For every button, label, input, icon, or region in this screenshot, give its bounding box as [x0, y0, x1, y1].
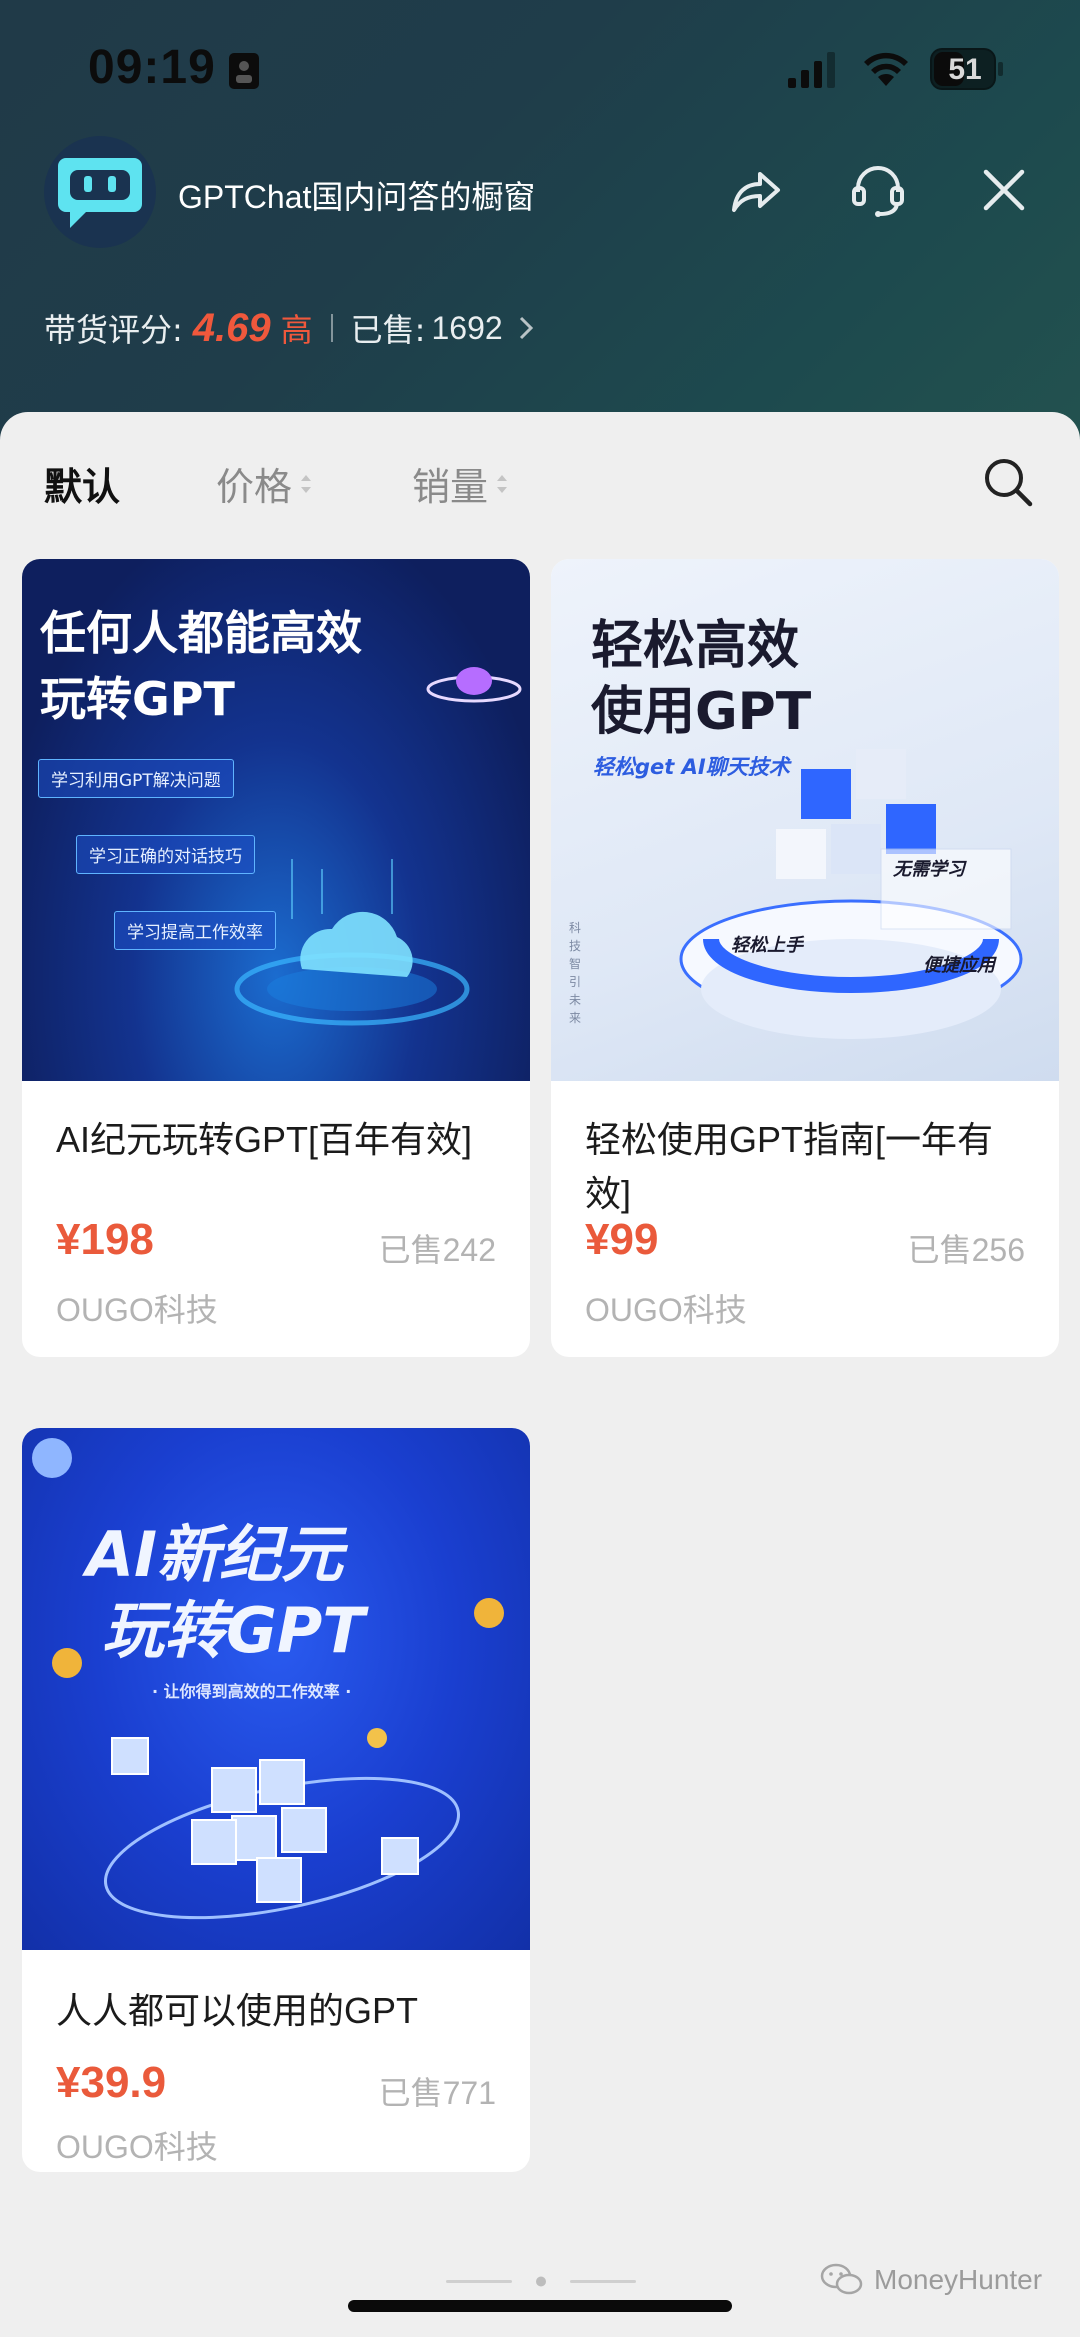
tab-default[interactable]: 默认	[44, 456, 120, 511]
status-time: 09:19	[88, 41, 216, 94]
id-card-icon	[229, 53, 259, 89]
image-vertical-text: 科技智引未来	[569, 921, 582, 1025]
ufo-illustration	[426, 667, 522, 703]
product-title: 轻松使用GPT指南[一年有效]	[585, 1119, 994, 1214]
product-shop: OUGO科技	[56, 1292, 218, 1328]
sort-arrows-icon	[497, 474, 508, 493]
image-chip: 学习利用GPT解决问题	[38, 759, 234, 798]
image-headline: 玩转GPT	[40, 672, 235, 726]
rating-score: 4.69	[192, 305, 271, 350]
page-indicator	[446, 2276, 636, 2287]
product-title: AI纪元玩转GPT[百年有效]	[56, 1119, 473, 1160]
tab-sales[interactable]: 销量	[412, 456, 510, 511]
cubes-illustration	[103, 1728, 461, 1920]
product-shop: OUGO科技	[585, 1292, 747, 1328]
battery-icon: 51	[930, 48, 1004, 90]
close-icon[interactable]	[974, 160, 1034, 220]
wechat-icon	[820, 2263, 863, 2295]
tab-sales-label: 销量	[412, 465, 489, 509]
product-price: ¥39.9	[56, 2058, 167, 2107]
image-tag: 便捷应用	[923, 955, 995, 976]
image-headline: 玩转GPT	[102, 1594, 365, 1667]
search-icon[interactable]	[980, 454, 1036, 510]
image-tag: 无需学习	[893, 859, 965, 880]
product-card[interactable]: 轻松高效 使用GPT 轻松get AI聊天技术 无需学习 轻松上手 便捷应用 科…	[551, 559, 1059, 1357]
coin-decoration	[52, 1648, 82, 1678]
product-price: ¥99	[585, 1215, 659, 1264]
image-tag: 轻松上手	[731, 935, 803, 956]
tab-price[interactable]: 价格	[216, 456, 314, 511]
image-chip: 学习正确的对话技巧	[76, 835, 255, 874]
shop-header: 09:19 51 GPTChat国内问答的橱窗 带货评分: 4.69 高 已售:…	[0, 0, 1080, 460]
product-sold: 已售256	[907, 1232, 1025, 1268]
watermark: MoneyHunter	[820, 2262, 1042, 2298]
divider	[330, 314, 333, 342]
planet-decoration	[32, 1438, 72, 1478]
sort-bar: 默认 价格 销量	[0, 412, 1080, 552]
image-headline: 轻松高效	[591, 616, 800, 676]
cloud-illustration	[234, 859, 470, 1026]
rating-level: 高	[280, 311, 313, 349]
product-image: AI新纪元 玩转GPT · 让你得到高效的工作效率 ·	[22, 1428, 530, 1950]
watermark-text: MoneyHunter	[874, 2264, 1043, 2295]
product-sold: 已售771	[378, 2075, 496, 2111]
tab-price-label: 价格	[216, 465, 293, 509]
rating-label: 带货评分:	[44, 311, 183, 349]
product-card[interactable]: 任何人都能高效 玩转GPT 学习利用GPT解决问题 学习正确的对话技巧 学习提高…	[22, 559, 530, 1357]
shop-avatar[interactable]	[44, 136, 156, 248]
product-card[interactable]: AI新纪元 玩转GPT · 让你得到高效的工作效率 · 人人都可以使用的GPT …	[22, 1428, 530, 2172]
sold-label: 已售:	[350, 311, 426, 349]
product-title: 人人都可以使用的GPT	[56, 1990, 419, 2031]
image-subline: · 让你得到高效的工作效率 ·	[152, 1682, 352, 1701]
tab-default-label: 默认	[44, 465, 121, 509]
wifi-icon	[864, 52, 908, 86]
customer-service-icon[interactable]	[848, 160, 908, 220]
product-shop: OUGO科技	[56, 2129, 218, 2165]
product-image: 任何人都能高效 玩转GPT 学习利用GPT解决问题 学习正确的对话技巧 学习提高…	[22, 559, 530, 1081]
status-bar: 09:19 51	[0, 0, 1080, 140]
cubes-illustration	[679, 749, 1023, 1039]
home-indicator[interactable]	[348, 2300, 732, 2312]
product-sold: 已售242	[378, 1232, 496, 1268]
product-image: 轻松高效 使用GPT 轻松get AI聊天技术 无需学习 轻松上手 便捷应用 科…	[551, 559, 1059, 1081]
battery-level: 51	[948, 53, 982, 86]
shop-rating-row[interactable]: 带货评分: 4.69 高 已售: 1692	[44, 300, 535, 356]
chevron-right-icon	[519, 316, 533, 340]
share-icon[interactable]	[726, 160, 786, 220]
product-panel: 默认 价格 销量 任何人都能高效 玩转GPT 学习利用GPT解决问题 学习正确的…	[0, 412, 1080, 2337]
coin-decoration	[474, 1598, 504, 1628]
cellular-signal-icon	[788, 52, 835, 88]
shop-title: GPTChat国内问答的橱窗	[178, 179, 536, 215]
sold-count: 1692	[431, 309, 503, 346]
chat-bot-logo-icon	[58, 158, 142, 228]
sort-arrows-icon	[301, 474, 312, 493]
image-headline: 任何人都能高效	[40, 606, 362, 660]
product-price: ¥198	[56, 1215, 154, 1264]
